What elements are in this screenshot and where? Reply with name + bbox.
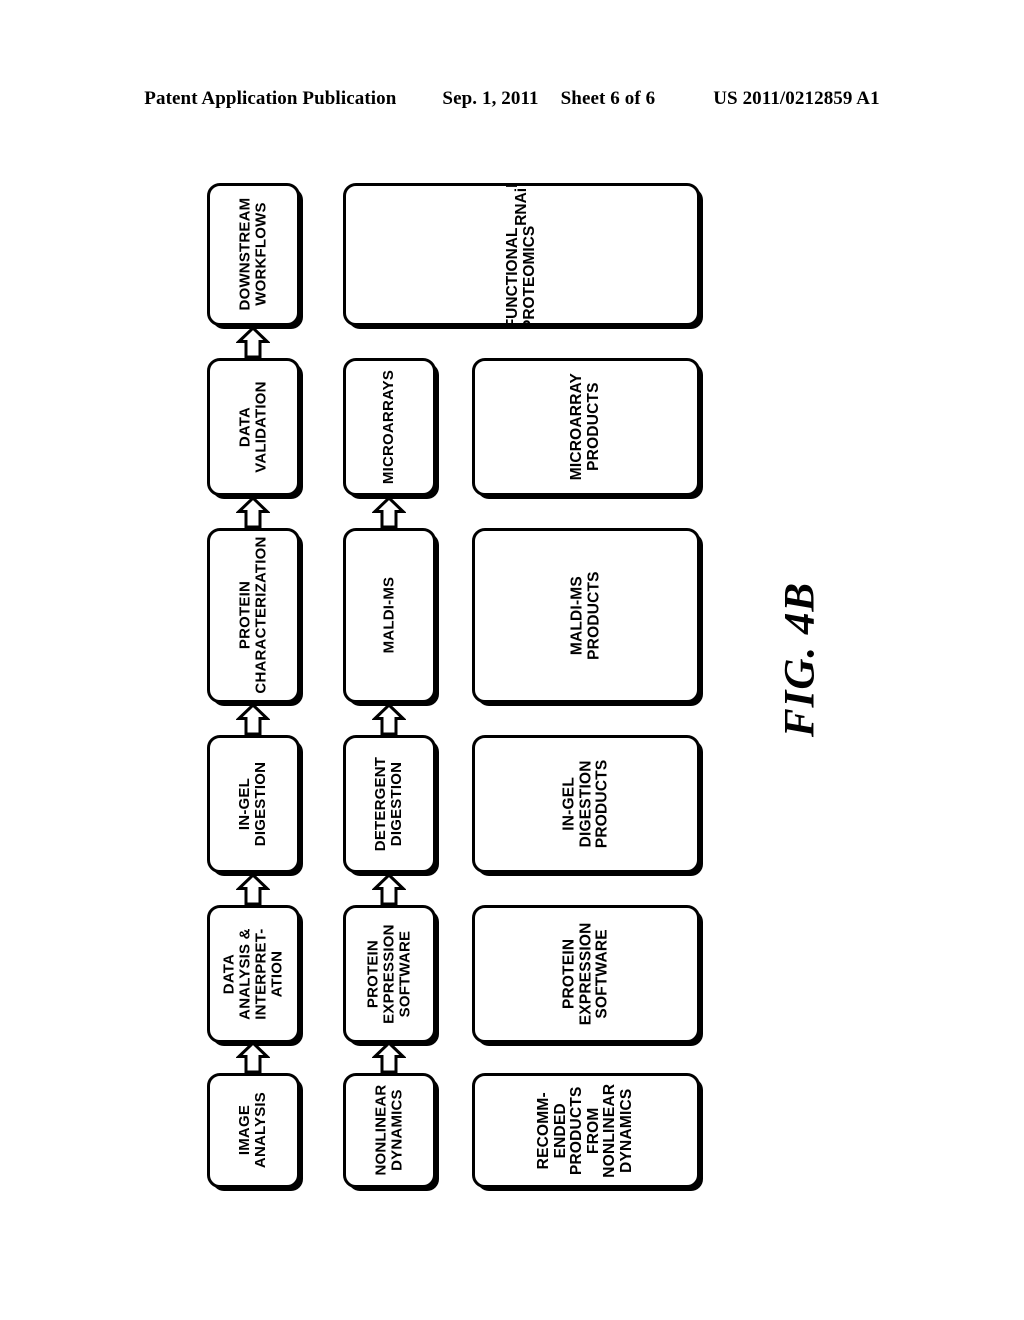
node-label: DETERGENT DIGESTION: [372, 756, 406, 852]
node-downstream-workflows: DOWNSTREAM WORKFLOWS: [207, 183, 300, 326]
node-nonlinear-dynamics: NONLINEAR DYNAMICS: [343, 1073, 436, 1188]
node-microarrays: MICROARRAYS: [343, 358, 436, 496]
node-label: IMAGE ANALYSIS: [236, 1092, 270, 1169]
node-in-gel-digestion: IN-GEL DIGESTION: [207, 735, 300, 873]
node-maldi-ms: MALDI-MS: [343, 528, 436, 703]
node-label: PROTEIN EXPRESSION SOFTWARE: [364, 924, 414, 1024]
node-downstream-applications-group: FUNCTIONALPROTEOMICS RNAi FUNCTIONALGENO…: [343, 183, 700, 326]
node-in-gel-digestion-products: IN-GEL DIGESTION PRODUCTS: [472, 735, 700, 873]
node-label: DOWNSTREAM WORKFLOWS: [236, 198, 270, 311]
node-protein-expression-software-products: PROTEIN EXPRESSION SOFTWARE: [472, 905, 700, 1043]
node-label: DATA ANALYSIS & INTERPRET- ATION: [220, 928, 286, 1020]
node-label: MALDI-MS PRODUCTS: [568, 571, 602, 660]
node-protein-characterization: PROTEIN CHARACTERIZATION: [207, 528, 300, 703]
node-label: MICROARRAY PRODUCTS: [568, 373, 602, 481]
group-item-functional-proteomics: FUNCTIONAL PROTEOMICS: [503, 225, 538, 326]
group-item-functional-genomics: FUNCTIONALGENOMICS: [504, 186, 538, 187]
block-arrow-up-icon: [236, 326, 270, 360]
block-arrow-up-icon: [236, 1041, 270, 1075]
node-label: PROTEIN EXPRESSION SOFTWARE: [560, 922, 611, 1026]
node-maldi-ms-products: MALDI-MS PRODUCTS: [472, 528, 700, 703]
node-data-analysis-interpretation: DATA ANALYSIS & INTERPRET- ATION: [207, 905, 300, 1043]
node-data-validation: DATA VALIDATION: [207, 358, 300, 496]
node-label: DATA VALIDATION: [236, 381, 270, 473]
block-arrow-up-icon: [236, 703, 270, 737]
node-label: RECOMM- ENDED PRODUCTS FROM NONLINEAR DYNAMIC…: [535, 1083, 636, 1178]
node-label: MALDI-MS: [380, 577, 398, 654]
block-arrow-up-icon: [372, 1041, 406, 1075]
node-label: MICROARRAYS: [380, 369, 398, 485]
block-arrow-up-icon: [372, 496, 406, 530]
block-arrow-up-icon: [236, 873, 270, 907]
node-microarray-products: MICROARRAY PRODUCTS: [472, 358, 700, 496]
node-label: PROTEIN CHARACTERIZATION: [236, 536, 270, 695]
node-label: IN-GEL DIGESTION: [236, 761, 270, 847]
block-arrow-up-icon: [236, 496, 270, 530]
figure-4b-diagram: DOWNSTREAM WORKFLOWS DATA VALIDATION PROTE…: [0, 0, 1024, 1320]
node-label: IN-GEL DIGESTION PRODUCTS: [560, 759, 611, 849]
block-arrow-up-icon: [372, 873, 406, 907]
node-protein-expression-software: PROTEIN EXPRESSION SOFTWARE: [343, 905, 436, 1043]
node-label: NONLINEAR DYNAMICS: [372, 1085, 406, 1176]
node-detergent-digestion: DETERGENT DIGESTION: [343, 735, 436, 873]
figure-label: FIG. 4B: [776, 581, 824, 738]
node-recommended-products-nonlinear-dynamics: RECOMM- ENDED PRODUCTS FROM NONLINEAR DYNAMIC…: [472, 1073, 700, 1188]
block-arrow-up-icon: [372, 703, 406, 737]
group-item-rnai: RNAi: [512, 187, 530, 226]
node-image-analysis: IMAGE ANALYSIS: [207, 1073, 300, 1188]
